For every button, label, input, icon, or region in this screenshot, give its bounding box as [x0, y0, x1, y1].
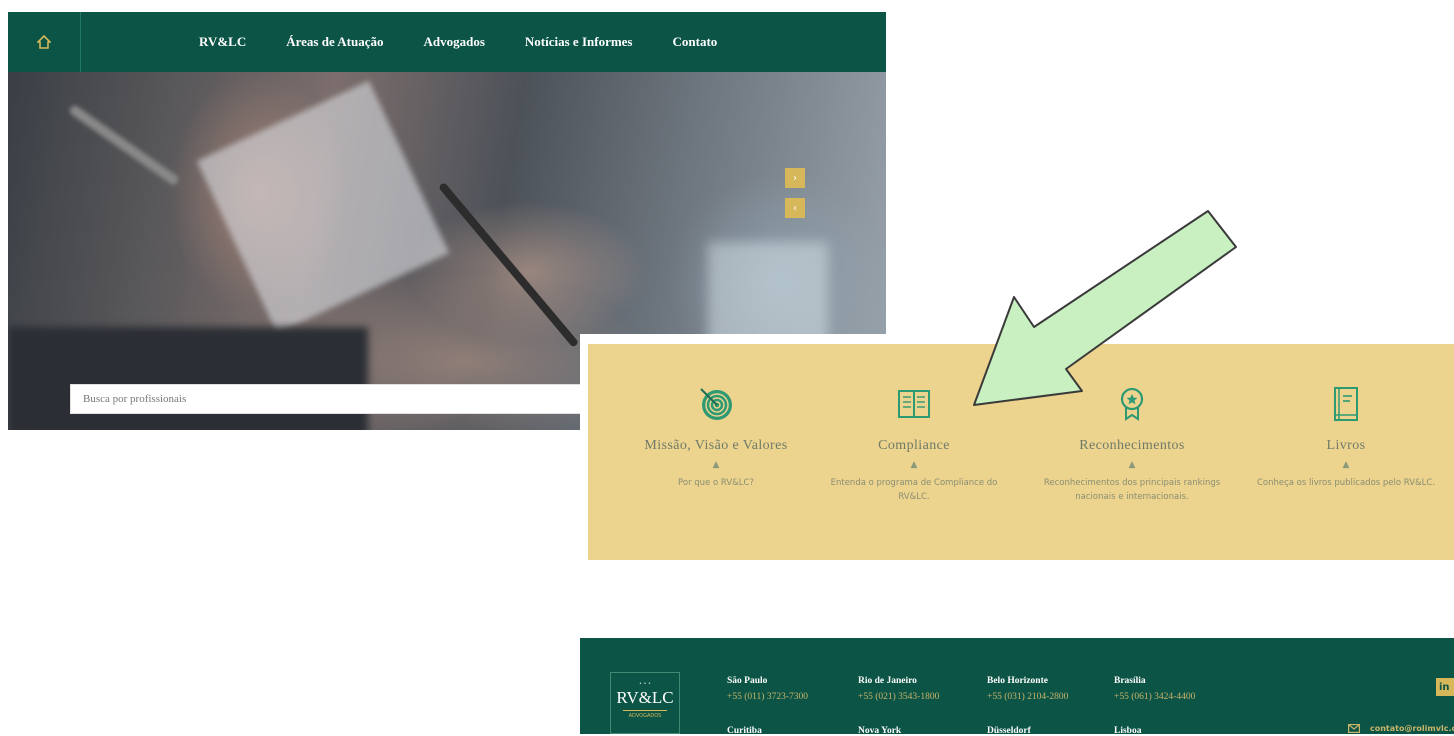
feature-livros[interactable]: Livros ▲ Conheça os livros publicados pe… — [1246, 384, 1446, 490]
hero-photo-paper — [196, 80, 450, 334]
feature-title: Compliance — [878, 438, 950, 453]
target-icon — [700, 388, 732, 420]
office-city: Belo Horizonte — [987, 676, 1048, 686]
hero-photo-pen — [68, 103, 181, 187]
nav-item-noticias[interactable]: Notícias e Informes — [525, 34, 633, 50]
hero-photo-sleeve — [8, 327, 368, 430]
nav-item-advogados[interactable]: Advogados — [423, 34, 484, 50]
search-input[interactable] — [71, 385, 647, 413]
mail-icon — [1348, 724, 1360, 733]
nav-item-contato[interactable]: Contato — [673, 34, 718, 50]
office-phone[interactable]: +55 (031) 2104-2800 — [987, 692, 1068, 702]
footer-logo[interactable]: • • • RV&LC ADVOGADOS — [610, 672, 680, 734]
open-book-icon — [898, 390, 930, 418]
footer-email-text: contato@rolimvlc.com — [1370, 724, 1454, 733]
caret-up-icon: ▲ — [1128, 460, 1136, 470]
office-phone[interactable]: +55 (011) 3723-7300 — [727, 692, 808, 702]
office-city: Nova York — [858, 726, 902, 736]
footer-email-link[interactable]: contato@rolimvlc.com — [1348, 724, 1454, 733]
nav-item-areas[interactable]: Áreas de Atuação — [286, 34, 383, 50]
office-city: São Paulo — [727, 676, 768, 686]
site-footer: • • • RV&LC ADVOGADOS São Paulo +55 (011… — [580, 638, 1454, 736]
office-nova-york: Nova York — [858, 726, 901, 736]
caret-up-icon: ▲ — [1342, 460, 1350, 470]
feature-description: Reconhecimentos dos principais rankings … — [1043, 478, 1221, 502]
caret-up-icon: ▲ — [712, 460, 720, 470]
office-dusseldorf: Düsseldorf — [987, 726, 1031, 736]
logo-subtitle-line: • • • — [638, 681, 652, 687]
feature-title: Reconhecimentos — [1079, 438, 1185, 453]
nav-menu: RV&LC Áreas de Atuação Advogados Notícia… — [199, 34, 757, 50]
top-nav: RV&LC Áreas de Atuação Advogados Notícia… — [8, 12, 886, 72]
logo-tagline: ADVOGADOS — [628, 713, 662, 719]
feature-title: Livros — [1326, 438, 1366, 453]
feature-title: Missão, Visão e Valores — [644, 438, 788, 453]
nav-item-rvlc[interactable]: RV&LC — [199, 34, 246, 50]
logo-wordmark: RV&LC — [616, 688, 674, 707]
office-bh: Belo Horizonte +55 (031) 2104-2800 — [987, 676, 1068, 702]
office-brasilia: Brasília +55 (061) 3424-4400 — [1114, 676, 1195, 702]
office-lisboa: Lisboa — [1114, 726, 1141, 736]
linkedin-icon[interactable]: in — [1436, 678, 1454, 696]
caret-up-icon: ▲ — [910, 460, 918, 470]
logo-divider — [623, 710, 667, 711]
book-icon — [1334, 387, 1358, 421]
office-city: Brasília — [1114, 676, 1146, 686]
office-phone[interactable]: +55 (021) 3543-1800 — [858, 692, 939, 702]
office-city: Rio de Janeiro — [858, 676, 917, 686]
feature-description: Entenda o programa de Compliance do RV&L… — [830, 478, 998, 502]
feature-description: Por que o RV&LC? — [678, 478, 754, 488]
office-city: Lisboa — [1114, 726, 1142, 736]
carousel-next-button[interactable]: › — [785, 168, 805, 188]
office-rio: Rio de Janeiro +55 (021) 3543-1800 — [858, 676, 939, 702]
annotation-arrow-icon — [973, 210, 1237, 406]
home-button[interactable] — [8, 12, 81, 72]
feature-description: Conheça os livros publicados pelo RV&LC. — [1256, 478, 1436, 488]
office-sao-paulo: São Paulo +55 (011) 3723-7300 — [727, 676, 808, 702]
hero-photo-pen — [438, 181, 580, 348]
carousel-prev-button[interactable]: ‹ — [785, 198, 805, 218]
search-box — [70, 384, 648, 414]
home-icon — [37, 35, 51, 49]
office-curitiba: Curitiba — [727, 726, 762, 736]
office-phone[interactable]: +55 (061) 3424-4400 — [1114, 692, 1195, 702]
feature-missao[interactable]: Missão, Visão e Valores ▲ Por que o RV&L… — [616, 384, 816, 490]
office-city: Curitiba — [727, 726, 762, 736]
office-city: Düsseldorf — [987, 726, 1031, 736]
